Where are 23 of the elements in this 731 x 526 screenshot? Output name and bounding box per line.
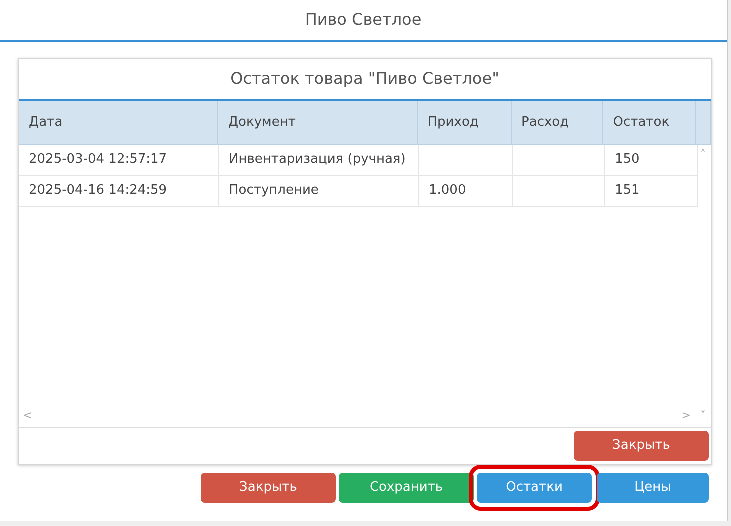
scroll-down-icon[interactable]: ˅ xyxy=(700,410,706,421)
table-cell-text: Поступление xyxy=(229,182,319,200)
table-cell-text: Инвентаризация (ручная) xyxy=(229,151,406,170)
column-header: Приход xyxy=(428,114,479,132)
table-cell-text: 1.000 xyxy=(429,182,466,200)
scroll-left-icon[interactable]: < xyxy=(23,410,32,421)
table-cell-text: 150 xyxy=(615,151,640,170)
table-cell-text: 2025-04-16 14:24:59 xyxy=(29,182,168,200)
table-cell-text: 2025-03-04 12:57:17 xyxy=(29,151,168,170)
action-button[interactable]: Цены xyxy=(597,473,709,503)
panel-title: Остаток товара "Пиво Светлое" xyxy=(230,68,500,90)
column-header: Остаток xyxy=(613,114,670,132)
window-title: Пиво Светлое xyxy=(305,9,422,31)
scroll-up-icon[interactable]: ˄ xyxy=(700,149,706,160)
column-header: Расход xyxy=(522,114,570,132)
table-cell-text: 151 xyxy=(615,182,640,200)
column-header: Дата xyxy=(29,114,63,132)
column-header: Документ xyxy=(228,114,296,132)
save-button[interactable]: Сохранить xyxy=(339,473,474,503)
action-button[interactable]: Остатки xyxy=(477,473,592,503)
close-button[interactable]: Закрыть xyxy=(201,473,336,503)
close-button[interactable]: Закрыть xyxy=(574,431,709,461)
scroll-right-icon[interactable]: > xyxy=(682,410,691,421)
